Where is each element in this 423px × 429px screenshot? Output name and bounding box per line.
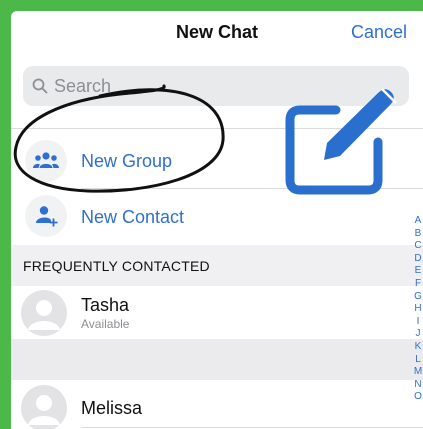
section-title: FREQUENTLY CONTACTED bbox=[23, 258, 210, 274]
cancel-button[interactable]: Cancel bbox=[351, 22, 407, 43]
search-input[interactable]: Search bbox=[23, 66, 409, 106]
new-chat-sheet: New Chat Cancel Search New Group New Con… bbox=[11, 11, 423, 429]
divider bbox=[11, 128, 423, 129]
index-letter[interactable]: B bbox=[411, 228, 423, 241]
index-letter[interactable]: D bbox=[411, 253, 423, 266]
add-contact-icon bbox=[25, 195, 67, 237]
new-group-label: New Group bbox=[81, 151, 173, 171]
new-contact-label: New Contact bbox=[81, 207, 185, 227]
contact-status: Available bbox=[81, 317, 130, 331]
contact-name: Tasha bbox=[81, 295, 130, 315]
alphabet-index[interactable]: A B C D E F G H I J K L M N O bbox=[411, 215, 423, 404]
index-letter[interactable]: C bbox=[411, 240, 423, 253]
avatar bbox=[21, 385, 67, 429]
index-letter[interactable]: E bbox=[411, 265, 423, 278]
index-letter[interactable]: M bbox=[411, 366, 423, 379]
contact-name: Melissa bbox=[81, 398, 143, 418]
index-letter[interactable]: L bbox=[411, 354, 423, 367]
section-header: FREQUENTLY CONTACTED bbox=[11, 245, 423, 286]
navigation-bar: New Chat Cancel bbox=[11, 11, 423, 57]
index-letter[interactable]: J bbox=[411, 328, 423, 341]
divider bbox=[81, 188, 423, 189]
index-letter[interactable]: H bbox=[411, 303, 423, 316]
index-letter[interactable]: F bbox=[411, 278, 423, 291]
search-icon bbox=[32, 78, 48, 94]
index-letter[interactable]: N bbox=[411, 379, 423, 392]
group-icon bbox=[25, 140, 67, 182]
avatar bbox=[21, 290, 67, 336]
index-letter[interactable]: G bbox=[411, 291, 423, 304]
divider bbox=[81, 427, 423, 428]
index-letter[interactable]: I bbox=[411, 316, 423, 329]
index-letter[interactable]: A bbox=[411, 215, 423, 228]
section-spacer bbox=[11, 339, 423, 380]
search-placeholder: Search bbox=[54, 76, 112, 96]
index-letter[interactable]: K bbox=[411, 341, 423, 354]
index-letter[interactable]: O bbox=[411, 391, 423, 404]
